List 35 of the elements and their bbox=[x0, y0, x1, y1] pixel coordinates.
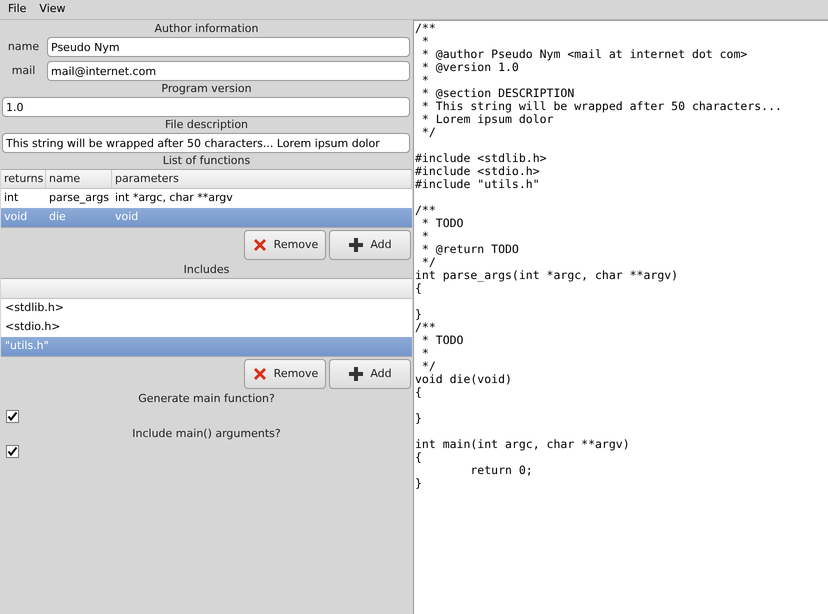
version-field[interactable]: 1.0 bbox=[2, 97, 410, 117]
section-heading: Generate main function? bbox=[138, 390, 275, 407]
code-text: /** * * @author Pseudo Nym <mail at internet dot com> * @version 1.0 * * @section DESCRIPTION * This string will be wrapped after 50 characters... * Lorem ipsum dolor */ #include <stdlib.h> #include <stdio.h> #include "utils.h" /** * TODO * * @return TODO */ int parse_args(int *argc, char **argv) { } /** * TODO * */ void die(void) { } int main(int argc, char **argv) { return 0; } bbox=[414, 21, 783, 490]
plus-icon bbox=[348, 366, 364, 382]
text-field[interactable]: Pseudo Nym bbox=[47, 37, 410, 57]
field-label: name bbox=[6, 38, 40, 55]
column-header[interactable]: returns bbox=[1, 170, 46, 188]
menu-item[interactable]: View bbox=[34, 1, 71, 18]
plus-icon bbox=[348, 237, 364, 253]
section-heading: Author information bbox=[154, 20, 259, 37]
section-heading: Include main() arguments? bbox=[132, 426, 281, 442]
menu-item[interactable]: File bbox=[3, 1, 32, 18]
table-cell-text: parse_args bbox=[48, 190, 110, 206]
checkbox[interactable] bbox=[6, 410, 19, 423]
checkbox[interactable] bbox=[6, 445, 19, 458]
remove-button[interactable]: Remove bbox=[244, 359, 326, 389]
table-cell-text: int *argc, char **argv bbox=[114, 190, 234, 206]
remove-button[interactable]: Remove bbox=[244, 230, 326, 260]
close-icon bbox=[252, 237, 268, 253]
field-label: mail bbox=[10, 62, 36, 79]
table-cell-text: void bbox=[114, 209, 140, 226]
table-cell-text: int bbox=[3, 190, 20, 206]
table-cell-text: void bbox=[3, 209, 28, 226]
add-button[interactable]: Add bbox=[329, 230, 411, 260]
column-header[interactable]: parameters bbox=[112, 170, 412, 188]
add-button[interactable]: Add bbox=[329, 359, 411, 389]
table-cell-text: die bbox=[48, 209, 67, 226]
section-heading: Includes bbox=[184, 262, 230, 278]
close-icon bbox=[252, 366, 268, 382]
section-heading: File description bbox=[164, 116, 248, 133]
description-field[interactable]: This string will be wrapped after 50 characters... Lorem ipsum dolor bbox=[2, 133, 410, 153]
text-field[interactable]: mail@internet.com bbox=[47, 61, 410, 81]
section-heading: Program version bbox=[161, 80, 252, 97]
section-heading: List of functions bbox=[162, 152, 250, 169]
column-header[interactable]: name bbox=[46, 170, 112, 188]
